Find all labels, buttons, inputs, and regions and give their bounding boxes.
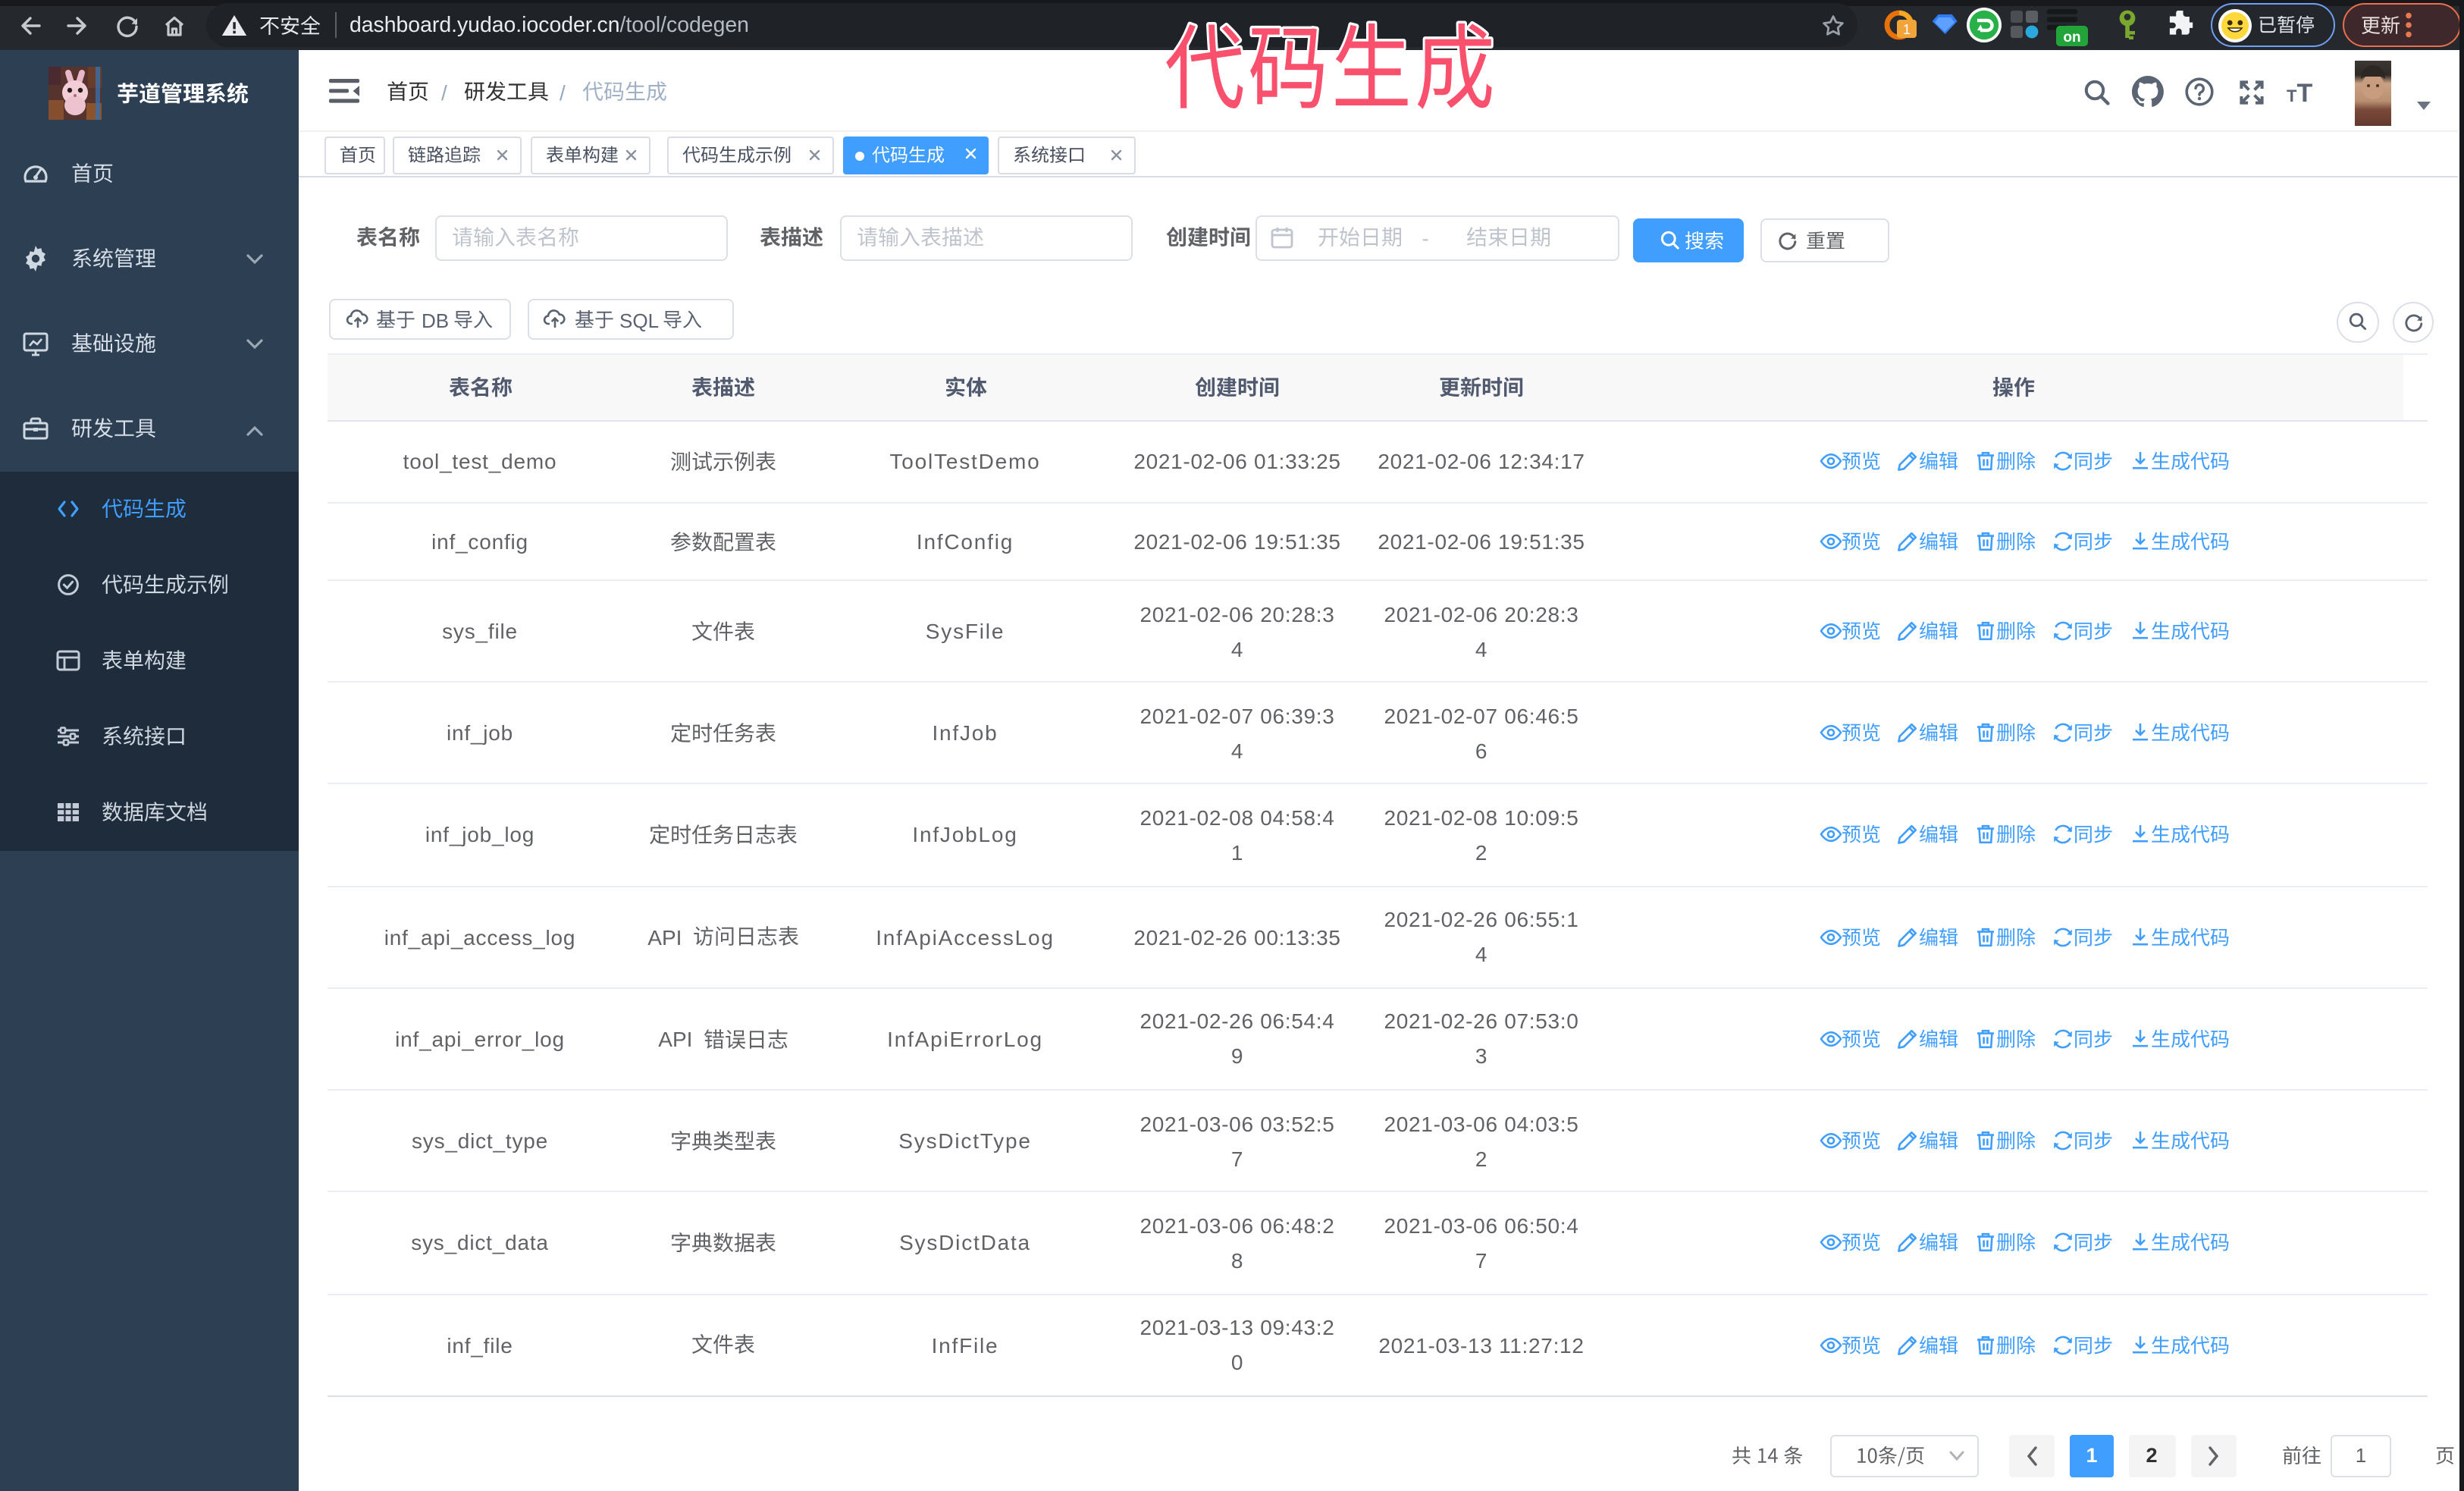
svg-text:1: 1	[1903, 22, 1911, 37]
svg-text:on: on	[2063, 29, 2080, 45]
